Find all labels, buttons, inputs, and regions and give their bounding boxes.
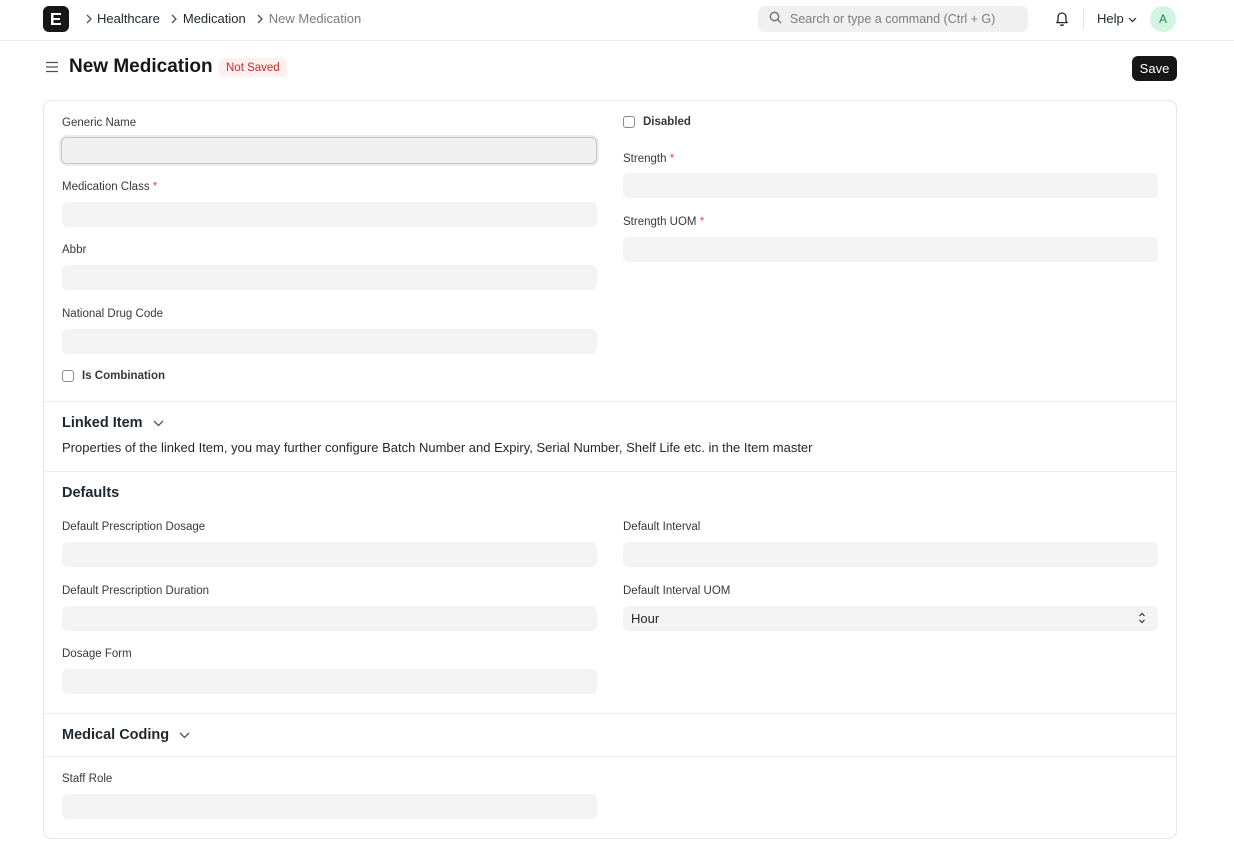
- defaults-title: Defaults: [62, 485, 120, 501]
- section-divider: [44, 713, 1176, 714]
- chevron-right-icon: [166, 14, 183, 24]
- default-interval-uom-label: Default Interval UOM: [623, 585, 731, 597]
- help-label: Help: [1097, 11, 1124, 26]
- search-bar[interactable]: [758, 6, 1028, 32]
- strength-uom-field[interactable]: [623, 237, 1158, 262]
- staff-role-label: Staff Role: [62, 773, 113, 785]
- select-arrows-icon: [1138, 611, 1146, 628]
- page-title: New Medication: [69, 56, 213, 77]
- default-prescription-dosage-field[interactable]: [62, 542, 597, 567]
- help-menu[interactable]: Help: [1097, 11, 1137, 26]
- dosage-form-field[interactable]: [62, 669, 597, 694]
- default-interval-label: Default Interval: [623, 521, 701, 533]
- linked-item-section-toggle[interactable]: Linked Item: [62, 415, 164, 431]
- strength-uom-label: Strength UOM *: [623, 216, 705, 228]
- chevron-right-icon: [252, 14, 269, 24]
- bell-icon[interactable]: [1054, 10, 1070, 30]
- staff-role-field[interactable]: [62, 794, 597, 819]
- medical-coding-section-toggle[interactable]: Medical Coding: [62, 727, 190, 743]
- national-drug-code-field[interactable]: [62, 329, 597, 354]
- navbar-divider: [1083, 9, 1084, 29]
- default-interval-field[interactable]: [623, 542, 1158, 567]
- strength-field[interactable]: [623, 173, 1158, 198]
- generic-name-label: Generic Name: [62, 117, 137, 129]
- section-divider: [44, 401, 1176, 402]
- checkbox-box[interactable]: [62, 370, 74, 382]
- disabled-label: Disabled: [643, 116, 691, 128]
- navbar: Healthcare Medication New Medication Hel…: [0, 0, 1234, 41]
- section-divider: [44, 471, 1176, 472]
- hamburger-icon[interactable]: [45, 60, 59, 77]
- search-input[interactable]: [790, 12, 1020, 26]
- chevron-down-icon: [179, 727, 190, 743]
- medication-class-label: Medication Class *: [62, 181, 158, 193]
- chevron-down-icon: [153, 415, 164, 431]
- strength-label: Strength *: [623, 153, 675, 165]
- default-interval-uom-select[interactable]: Hour: [623, 606, 1158, 631]
- form-card: Generic Name Medication Class * Abbr Nat…: [43, 100, 1177, 839]
- medical-coding-title: Medical Coding: [62, 727, 170, 743]
- status-badge: Not Saved: [219, 58, 287, 77]
- dosage-form-label: Dosage Form: [62, 648, 132, 660]
- search-icon: [769, 11, 782, 27]
- linked-item-description: Properties of the linked Item, you may f…: [62, 440, 813, 455]
- linked-item-title: Linked Item: [62, 415, 143, 431]
- medication-class-field[interactable]: [62, 202, 597, 227]
- is-combination-checkbox[interactable]: Is Combination: [62, 370, 165, 382]
- disabled-checkbox[interactable]: Disabled: [623, 116, 691, 128]
- generic-name-field[interactable]: [61, 137, 597, 164]
- app-logo-icon[interactable]: [43, 6, 69, 32]
- default-prescription-dosage-label: Default Prescription Dosage: [62, 521, 206, 533]
- abbr-field[interactable]: [62, 265, 597, 290]
- breadcrumb-new-medication[interactable]: New Medication: [269, 11, 362, 26]
- national-drug-code-label: National Drug Code: [62, 308, 164, 320]
- default-prescription-duration-field[interactable]: [62, 606, 597, 631]
- breadcrumb: Healthcare Medication New Medication: [80, 11, 367, 26]
- section-divider: [44, 756, 1176, 757]
- avatar[interactable]: A: [1150, 6, 1176, 32]
- breadcrumb-healthcare[interactable]: Healthcare: [97, 11, 160, 26]
- is-combination-label: Is Combination: [82, 370, 166, 382]
- chevron-down-icon: [1128, 11, 1137, 26]
- chevron-right-icon: [80, 14, 97, 24]
- select-value: Hour: [631, 611, 660, 626]
- abbr-label: Abbr: [62, 244, 87, 256]
- save-button[interactable]: Save: [1132, 56, 1177, 81]
- breadcrumb-medication[interactable]: Medication: [183, 11, 246, 26]
- default-prescription-duration-label: Default Prescription Duration: [62, 585, 210, 597]
- checkbox-box[interactable]: [623, 116, 635, 128]
